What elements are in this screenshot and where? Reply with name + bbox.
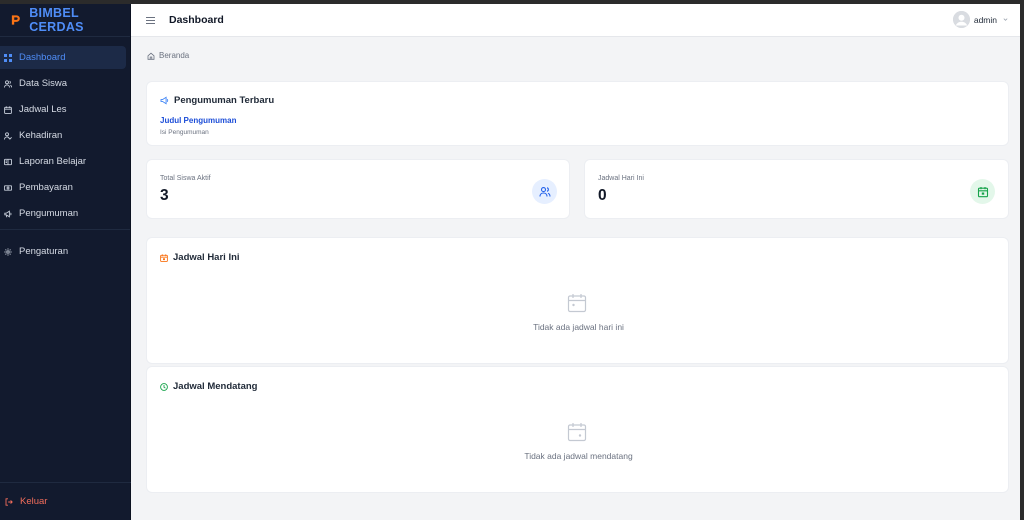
sidebar-item-kehadiran[interactable]: Kehadiran [0,124,126,147]
avatar [952,11,970,28]
sidebar-item-label: Data Siswa [19,78,68,89]
schedule-today-card: Jadwal Hari Ini Tidak ada jadwal hari in… [146,237,1009,364]
megaphone-icon [160,96,169,105]
schedule-upcoming-card: Jadwal Mendatang Tidak ada jadwal mendat… [146,366,1009,493]
sidebar-menu: Dashboard Data Siswa Jadwal Les Kehadira… [0,46,130,263]
empty-state-text: Tidak ada jadwal mendatang [524,451,633,461]
user-check-icon [4,131,12,140]
sidebar-item-label: Pengaturan [19,246,69,257]
logout-button[interactable]: Keluar [0,482,131,520]
sidebar-item-laporan-belajar[interactable]: Laporan Belajar [0,150,126,173]
gear-icon [4,247,12,256]
stat-label: Jadwal Hari Ini [598,175,644,182]
empty-calendar-icon [567,294,587,313]
main-content: Beranda Pengumuman Terbaru Judul Pengumu… [131,37,1020,520]
announcement-title: Pengumuman Terbaru [174,95,275,106]
sidebar-item-label: Jadwal Les [19,104,67,115]
breadcrumb-item-beranda[interactable]: Beranda [159,51,189,60]
hamburger-menu-icon[interactable] [146,16,155,25]
sidebar: BIMBEL CERDAS Dashboard Data Siswa Jadwa… [0,4,131,520]
schedule-today-title: Jadwal Hari Ini [173,252,240,263]
announcement-body: Isi Pengumuman [160,129,209,136]
calendar-check-icon [970,179,995,204]
stat-label: Total Siswa Aktif [160,175,211,182]
sidebar-item-label: Pengumuman [19,208,79,219]
sidebar-item-label: Kehadiran [19,130,63,141]
sidebar-item-label: Dashboard [19,52,66,63]
logout-icon [5,497,13,506]
top-header: Dashboard admin [131,4,1020,37]
breadcrumb: Beranda [147,51,189,60]
announcement-headline[interactable]: Judul Pengumuman [160,116,236,125]
sidebar-item-pengumuman[interactable]: Pengumuman [0,202,126,225]
sidebar-divider [0,229,130,230]
empty-calendar-icon [567,423,587,442]
home-icon [147,52,155,60]
user-menu[interactable]: admin [952,11,1008,28]
empty-state-text: Tidak ada jadwal hari ini [533,322,624,332]
sidebar-item-label: Laporan Belajar [19,156,87,167]
stat-value: 3 [160,187,169,204]
sidebar-item-jadwal-les[interactable]: Jadwal Les [0,98,126,121]
schedule-today-title-row: Jadwal Hari Ini [160,252,240,263]
sidebar-item-label: Pembayaran [19,182,73,193]
announcement-card: Pengumuman Terbaru Judul Pengumuman Isi … [146,81,1009,146]
calendar-icon [4,105,12,114]
announcement-card-title: Pengumuman Terbaru [160,95,274,106]
calendar-icon [160,253,168,262]
page-title: Dashboard [169,14,224,26]
logout-label: Keluar [20,496,48,507]
stat-value: 0 [598,187,607,204]
sidebar-item-pengaturan[interactable]: Pengaturan [0,240,126,263]
schedule-upcoming-title: Jadwal Mendatang [173,381,258,392]
brand-name: BIMBEL CERDAS [29,6,84,34]
sidebar-item-data-siswa[interactable]: Data Siswa [0,72,126,95]
sidebar-item-dashboard[interactable]: Dashboard [0,46,126,69]
report-icon [4,158,12,166]
brand-logo-icon [11,15,20,25]
brand[interactable]: BIMBEL CERDAS [0,4,130,37]
users-icon [4,79,12,88]
grid-icon [4,53,12,62]
chevron-down-icon [1003,18,1008,21]
money-icon [4,184,12,192]
stat-card-total-siswa: Total Siswa Aktif 3 [146,159,570,219]
users-icon [532,179,557,204]
clock-icon [160,382,168,391]
schedule-upcoming-title-row: Jadwal Mendatang [160,381,257,392]
window-right-frame [1020,0,1024,520]
sidebar-item-pembayaran[interactable]: Pembayaran [0,176,126,199]
megaphone-icon [4,209,12,218]
user-name: admin [973,14,997,25]
stat-card-jadwal-hari-ini: Jadwal Hari Ini 0 [584,159,1009,219]
